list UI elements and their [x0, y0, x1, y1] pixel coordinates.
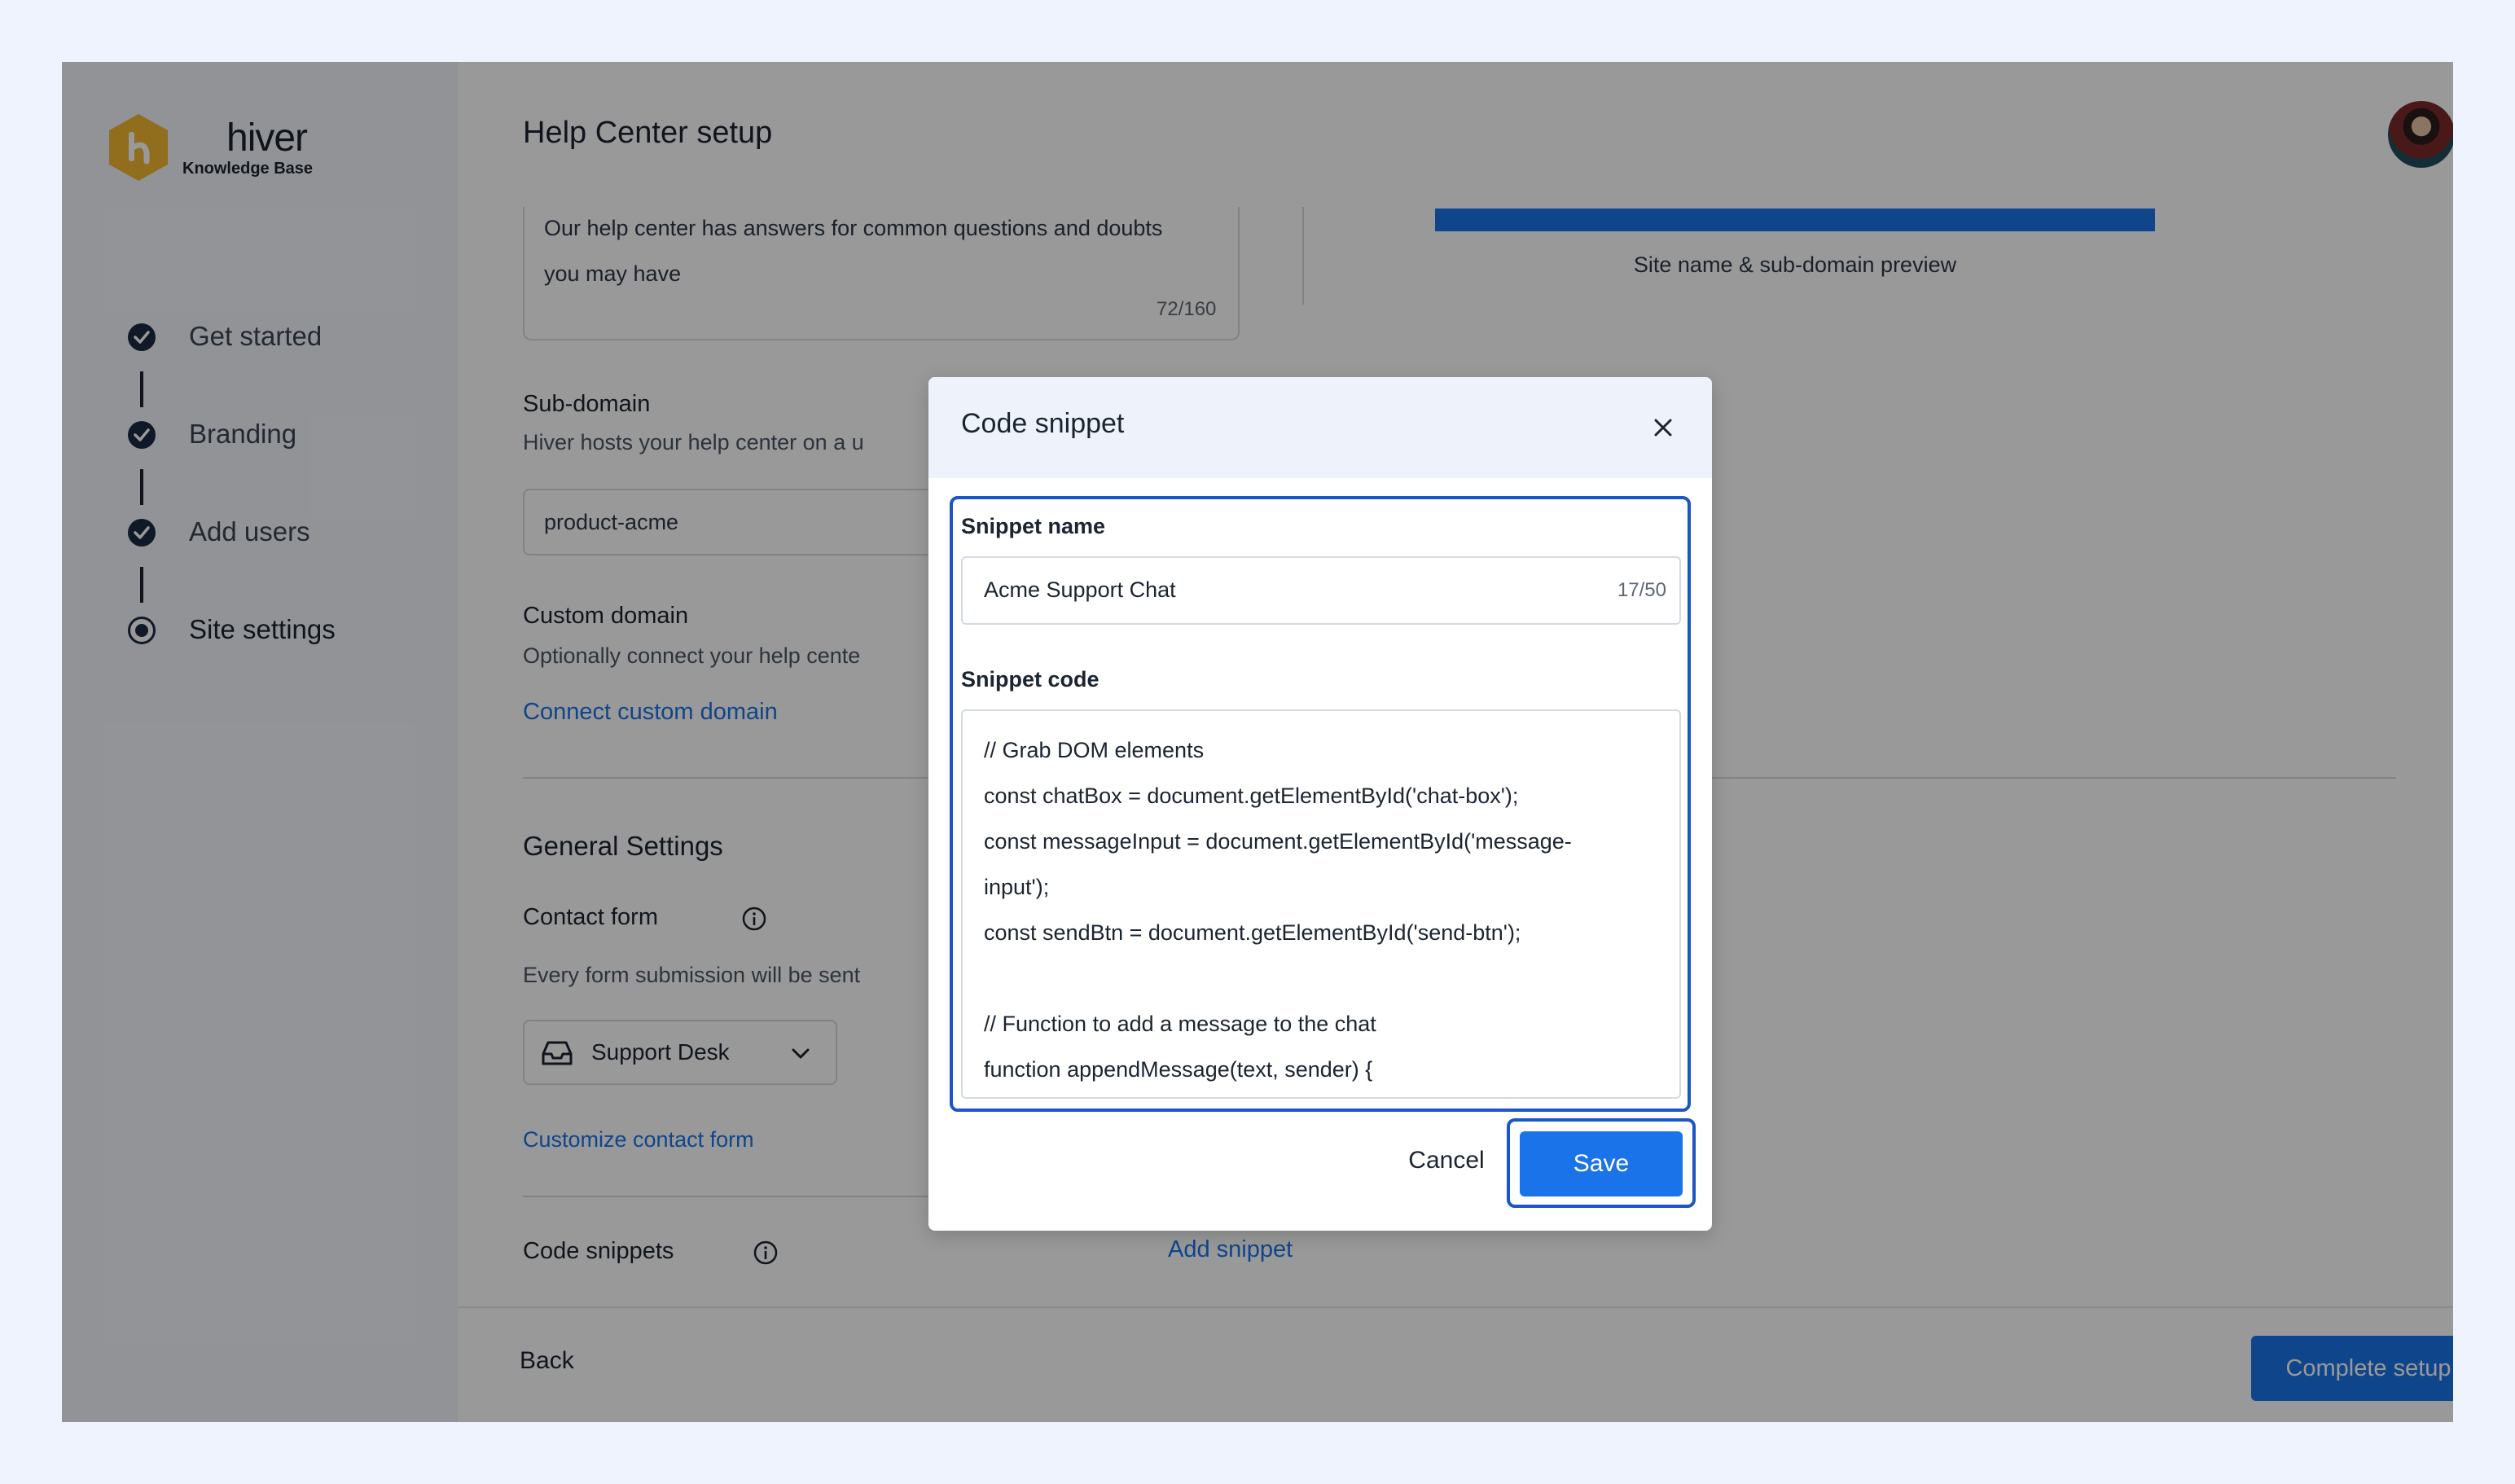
close-icon[interactable]	[1652, 416, 1674, 439]
cancel-button[interactable]: Cancel	[1375, 1130, 1518, 1192]
save-button[interactable]: Save	[1520, 1131, 1683, 1196]
snippet-name-label: Snippet name	[961, 514, 1106, 538]
code-line: const sendBtn = document.getElementById(…	[984, 920, 1521, 945]
snippet-name-input[interactable]: Acme Support Chat 17/50	[961, 556, 1681, 625]
modal-header: Code snippet	[928, 377, 1712, 478]
code-line: const messageInput = document.getElement…	[984, 829, 1572, 854]
snippet-name-value: Acme Support Chat	[984, 577, 1176, 602]
app-window: hiver Knowledge Base Get started Brandin…	[62, 62, 2453, 1422]
snippet-name-count: 17/50	[1617, 579, 1666, 601]
code-line: // Function to add a message to the chat	[984, 1012, 1376, 1036]
code-snippet-modal: Code snippet Snippet name Acme Support C…	[928, 377, 1712, 1231]
code-line: function appendMessage(text, sender) {	[984, 1057, 1373, 1082]
code-line: const chatBox = document.getElementById(…	[984, 784, 1519, 808]
code-lines: // Grab DOM elements const chatBox = doc…	[984, 727, 1652, 1092]
snippet-code-textarea[interactable]: // Grab DOM elements const chatBox = doc…	[961, 709, 1681, 1099]
snippet-code-label: Snippet code	[961, 667, 1099, 692]
code-line: input');	[984, 875, 1050, 899]
code-line: // Grab DOM elements	[984, 738, 1205, 762]
modal-title: Code snippet	[961, 408, 1125, 439]
